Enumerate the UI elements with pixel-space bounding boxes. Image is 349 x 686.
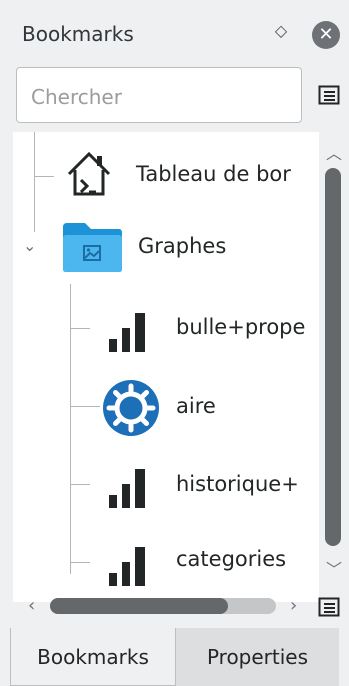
corner-menu-button[interactable] (318, 596, 340, 622)
horizontal-scroll-thumb[interactable] (50, 598, 228, 614)
tree-item-label: Tableau de bor (136, 162, 291, 186)
menu-icon (318, 597, 340, 617)
tree-guide (70, 484, 90, 485)
float-panel-icon[interactable]: ◇ (272, 22, 290, 40)
tree-item-categories[interactable]: categories (99, 532, 319, 594)
bar-signal-icon (109, 547, 145, 586)
chevron-down-icon: ⌄ (23, 236, 37, 255)
panel-title: Bookmarks (22, 22, 134, 46)
tree-item-label: Graphes (138, 234, 227, 258)
scroll-right-icon[interactable]: › (290, 597, 297, 615)
tab-bookmarks[interactable]: Bookmarks (10, 628, 176, 686)
kde-gear-icon (103, 380, 159, 436)
scroll-down-icon[interactable]: ﹀ (326, 562, 342, 578)
panel-menu-button[interactable] (318, 84, 340, 106)
tree-item-dashboard[interactable]: Tableau de bor (63, 144, 319, 210)
tree-expand-toggle[interactable]: ⌄ (23, 236, 36, 255)
bar-signal-icon (109, 313, 145, 352)
tree-item-aire[interactable]: aire (99, 376, 319, 438)
bookmarks-tree: Tableau de bor ⌄ Graphes bulle+prope air… (13, 132, 319, 602)
dashboard-home-icon (67, 151, 111, 196)
bar-signal-icon (109, 469, 145, 508)
tree-guide (34, 176, 54, 177)
tree-item-bulle[interactable]: bulle+prope (99, 298, 319, 360)
tree-item-graphes[interactable]: Graphes (61, 218, 319, 280)
search-field[interactable] (16, 67, 302, 123)
folder-icon (63, 223, 122, 272)
tree-item-label: categories (176, 547, 287, 571)
bookmarks-panel: Bookmarks ◇ ✕ T (0, 0, 349, 686)
close-panel-button[interactable]: ✕ (312, 21, 340, 49)
tree-guide (70, 406, 100, 407)
scroll-left-icon[interactable]: ‹ (28, 597, 35, 615)
tree-item-historique[interactable]: historique+ (99, 454, 319, 516)
vertical-scroll-thumb[interactable] (325, 168, 341, 546)
tree-guide (70, 562, 90, 563)
panel-tabs: Bookmarks Properties (0, 628, 349, 686)
tree-guide (70, 328, 90, 329)
tab-properties[interactable]: Properties (176, 628, 339, 686)
menu-icon (318, 85, 340, 105)
tree-item-label: aire (176, 394, 216, 418)
close-icon: ✕ (318, 24, 334, 45)
scroll-up-icon[interactable]: ︿ (326, 146, 342, 162)
tree-item-label: historique+ (176, 472, 299, 496)
search-input[interactable] (29, 82, 293, 112)
tree-guide (34, 132, 35, 232)
tree-item-label: bulle+prope (176, 315, 306, 339)
